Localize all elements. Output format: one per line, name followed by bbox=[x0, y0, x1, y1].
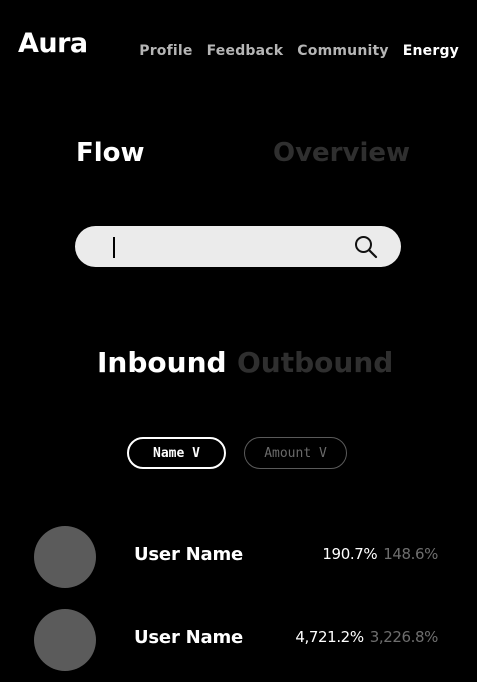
main-nav: Profile Feedback Community Energy bbox=[139, 43, 459, 59]
top-header: Aura Profile Feedback Community Energy bbox=[0, 0, 477, 100]
tab-flow[interactable]: Flow bbox=[76, 138, 145, 168]
user-stats: 190.7% 148.6% bbox=[322, 545, 438, 563]
tab-inbound[interactable]: Inbound bbox=[97, 346, 227, 379]
stat-secondary: 148.6% bbox=[383, 545, 438, 563]
user-row[interactable]: User Name 4,721.2% 3,226.8% bbox=[0, 607, 477, 671]
user-name: User Name bbox=[134, 627, 244, 648]
aura-logo[interactable]: Aura bbox=[18, 28, 88, 59]
user-name: User Name bbox=[134, 544, 244, 565]
nav-energy[interactable]: Energy bbox=[403, 43, 459, 59]
avatar bbox=[34, 526, 96, 588]
search-icon[interactable] bbox=[353, 234, 379, 260]
stat-secondary: 3,226.8% bbox=[369, 628, 439, 646]
nav-feedback[interactable]: Feedback bbox=[207, 43, 284, 59]
user-stats: 4,721.2% 3,226.8% bbox=[295, 628, 438, 646]
avatar bbox=[34, 609, 96, 671]
tab-overview[interactable]: Overview bbox=[273, 138, 410, 168]
stat-primary: 4,721.2% bbox=[295, 628, 364, 646]
sort-name-button[interactable]: Name V bbox=[127, 437, 226, 469]
nav-profile[interactable]: Profile bbox=[139, 43, 192, 59]
sort-amount-button[interactable]: Amount V bbox=[244, 437, 347, 469]
search-input[interactable] bbox=[75, 226, 401, 267]
user-row[interactable]: User Name 190.7% 148.6% bbox=[0, 524, 477, 588]
stat-primary: 190.7% bbox=[322, 545, 378, 563]
tab-outbound[interactable]: Outbound bbox=[237, 346, 393, 379]
nav-community[interactable]: Community bbox=[297, 43, 388, 59]
text-caret bbox=[113, 237, 115, 258]
